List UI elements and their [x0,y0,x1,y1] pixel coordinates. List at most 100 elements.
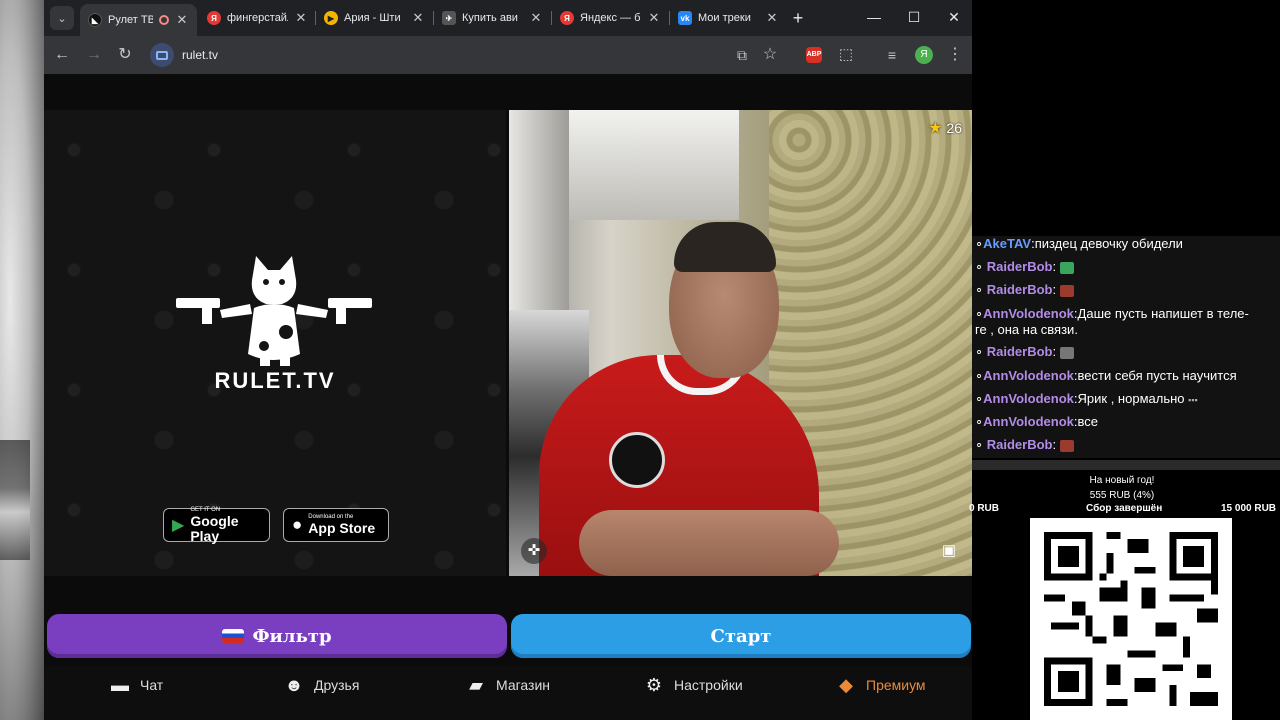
url-text[interactable]: rulet.tv [182,48,218,62]
filter-button[interactable]: Фильтр [47,614,507,658]
shop-icon: ▰ [469,674,483,695]
nav-label: Настройки [674,677,743,693]
aviasales-favicon-icon: ✈ [442,11,456,25]
nav-friends[interactable]: ☻ Друзья [284,666,360,704]
nav-shop[interactable]: ▰ Магазин [466,666,550,704]
nav-label: Чат [140,677,164,693]
tab-rulet[interactable]: ◣ Рулет ТВ ✕ [80,4,197,36]
filter-button-label: Фильтр [252,625,332,647]
recording-icon [159,15,169,25]
tab-fingerstyle[interactable]: Я фингерстайл ✕ [199,4,316,32]
emote-icon [1059,284,1074,297]
bookmark-star-icon[interactable]: ☆ [760,45,780,65]
tab-aria[interactable]: ▶ Ария - Шти ✕ [316,4,433,32]
nav-label: Премиум [866,677,926,693]
chat-text: Ярик , нормально [1077,391,1185,406]
tab-search-button[interactable]: ⌄ [50,6,74,30]
adblock-extension-icon[interactable]: ABP [806,47,822,63]
chat-nick: RaiderBob [986,344,1053,359]
tab-title: Мои треки [698,12,751,24]
chat-message: ∘ RaiderBob: [975,437,1275,453]
chat-message: ∘AnnVolodenok:вести себя пусть научится [975,368,1237,383]
tab-bar: ⌄ ◣ Рулет ТВ ✕ Я фингерстайл ✕ ▶ Ария - … [44,0,972,36]
emote-icon [1059,346,1074,359]
new-tab-button[interactable]: + [788,8,808,28]
video-person-hair [674,222,776,272]
chat-nick: AnnVolodenok [983,368,1074,383]
cat-with-pistols-logo-icon [176,256,372,366]
premium-icon: ◆ [839,674,853,695]
google-play-icon: ▶ [172,517,185,534]
video-window [509,110,569,310]
chat-nick: AnnVolodenok [983,306,1074,321]
tab-title: фингерстайл [227,12,288,24]
chat-message: ∘ RaiderBob: [975,282,1275,298]
gift-icon[interactable]: ▣ [936,538,962,564]
chat-message: ∘AnnVolodenok:Даше пусть напишет в теле-… [975,306,1249,337]
nav-chat[interactable]: ▬ Чат [110,666,163,704]
tab-yandex[interactable]: Я Яндекс — б ✕ [552,4,669,32]
profile-avatar[interactable]: Я [915,46,933,64]
goal-min: 0 RUB [969,503,1000,514]
donation-goal-title: На новый год! [1089,475,1155,486]
tab-title: Рулет ТВ [108,14,153,26]
chat-message: ∘AnnVolodenok:Ярик , нормально ▪▪▪ [975,391,1198,406]
tab-title: Купить ави [462,12,518,24]
start-button-label: Старт [710,625,772,647]
tab-aviasales[interactable]: ✈ Купить ави ✕ [434,4,551,32]
close-tab-icon[interactable]: ✕ [765,10,779,26]
close-tab-icon[interactable]: ✕ [294,10,308,26]
gamepad-icon[interactable]: ✜ [521,538,547,564]
chat-text: вести себя пусть научится [1077,368,1237,383]
tab-title: Ария - Шти [344,12,401,24]
chat-message: ∘AkeTAV:пиздец девочку обидели [975,236,1183,251]
nav-settings[interactable]: ⚙ Настройки [644,666,743,704]
minimize-icon[interactable]: — [859,6,889,28]
emote-icon: ▪▪▪ [1188,395,1198,405]
reload-icon[interactable]: ↻ [115,45,135,65]
bottom-navigation: ▬ Чат ☻ Друзья ▰ Магазин ⚙ Настройки ◆ П… [44,666,972,720]
maximize-icon[interactable]: ☐ [899,6,929,28]
play-favicon-icon: ▶ [324,11,338,25]
close-tab-icon[interactable]: ✕ [411,10,425,26]
donation-goal-amount: 555 RUB (4%) [1089,490,1155,501]
settings-icon: ⚙ [645,674,663,695]
goal-max: 15 000 RUB [1221,503,1277,514]
donation-goal-range: 0 RUB Сбор завершён 15 000 RUB [969,503,1280,515]
star-rating[interactable]: ★ 26 [928,118,962,138]
forward-icon[interactable]: → [84,45,104,65]
site-info-icon[interactable] [150,43,174,67]
app-store-button[interactable]: ● Download on the App Store [283,508,389,542]
emote-icon [1059,261,1074,274]
nav-premium[interactable]: ◆ Премиум [836,666,926,704]
chat-nick: RaiderBob [986,437,1053,452]
close-tab-icon[interactable]: ✕ [647,10,661,26]
install-app-icon[interactable]: ⧉ [732,45,752,65]
google-play-button[interactable]: ▶ GET IT ON Google Play [163,507,270,543]
close-tab-icon[interactable]: ✕ [175,12,189,28]
donation-qr-code [1030,518,1232,720]
webcam-video: ★ 26 ✜ ▣ [509,110,972,576]
rulet-favicon-icon: ◣ [88,13,102,27]
apple-icon: ● [292,515,303,534]
rulet-page: RULET.TV ▶ GET IT ON Google Play ● Downl… [44,74,972,720]
start-button[interactable]: Старт [511,614,971,658]
back-icon[interactable]: ← [52,45,72,65]
address-bar[interactable]: rulet.tv [146,41,766,69]
close-tab-icon[interactable]: ✕ [529,10,543,26]
video-cabinet [569,110,739,220]
emote-icon [1059,439,1074,452]
russia-flag-icon [222,629,245,643]
menu-icon[interactable]: ⋮ [945,45,965,65]
media-control-icon[interactable]: ≡ [882,45,902,65]
chat-nick: RaiderBob [986,282,1053,297]
partner-video-placeholder: RULET.TV ▶ GET IT ON Google Play ● Downl… [44,110,506,576]
tab-my-tracks[interactable]: vk Мои треки ✕ [670,4,787,32]
chat-icon: ▬ [111,674,129,695]
close-window-icon[interactable]: ✕ [939,6,969,28]
chat-text: ге , она на связи. [975,322,1078,337]
chat-message: ∘AnnVolodenok:все [975,414,1099,429]
stream-overlay: ∘AkeTAV:пиздец девочку обидели ∘ RaiderB… [969,0,1280,720]
chat-text: все [1077,414,1099,429]
extensions-icon[interactable]: ⬚ [836,45,856,65]
